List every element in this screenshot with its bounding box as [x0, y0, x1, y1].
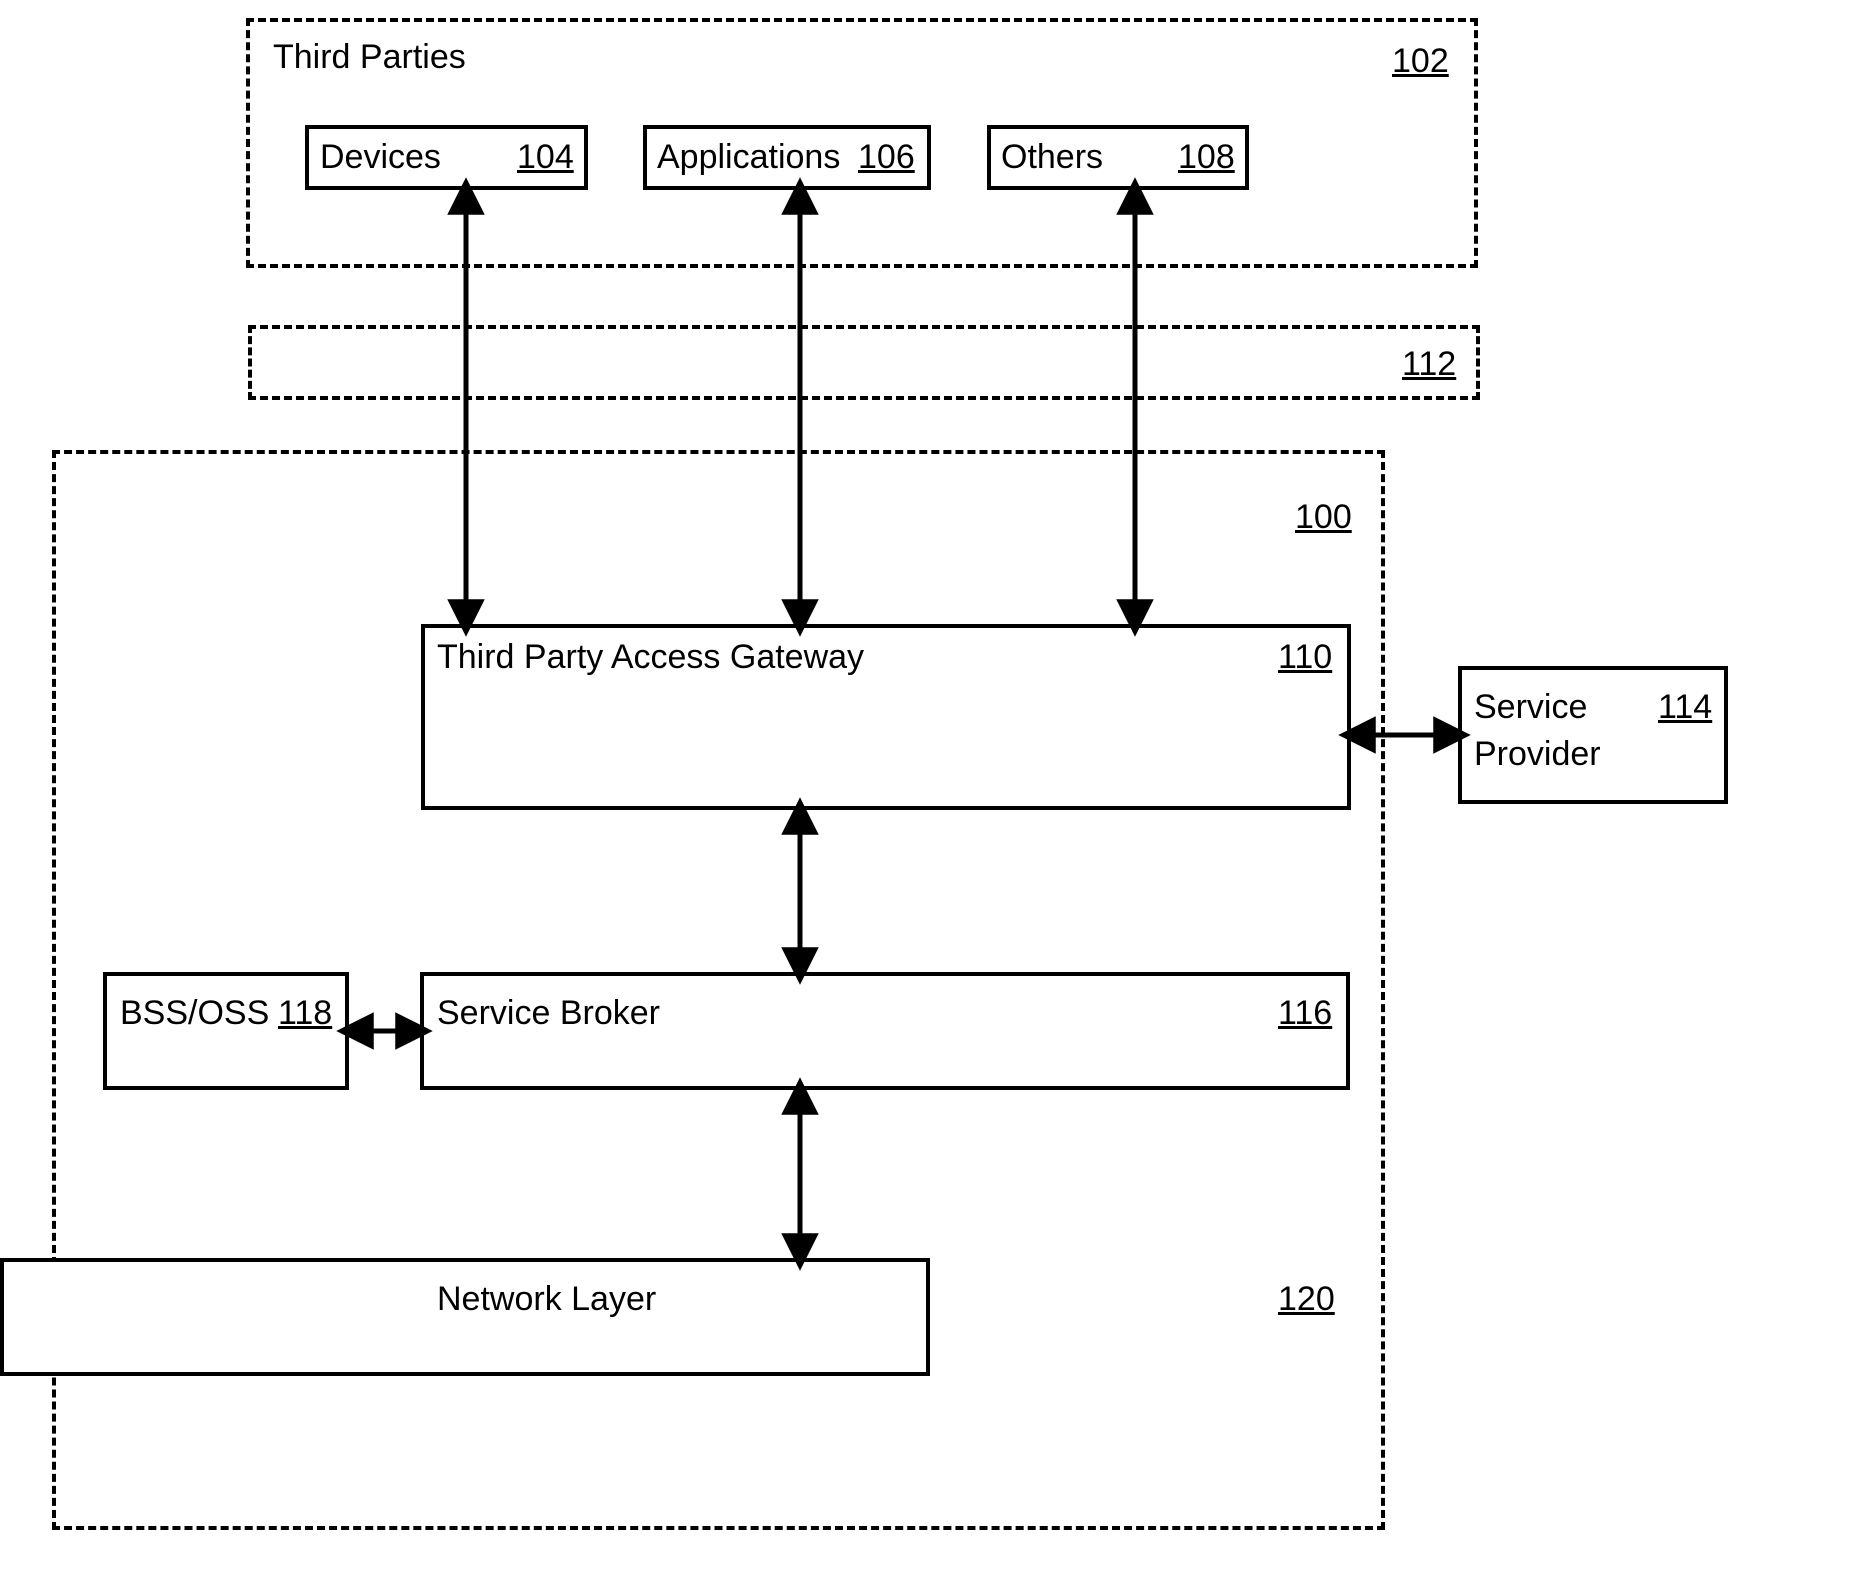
interface-bar-ref: 112 — [1402, 345, 1456, 384]
broker-ref: 116 — [1278, 994, 1332, 1033]
service-provider-label2: Provider — [1474, 735, 1601, 774]
bssoss-label: BSS/OSS — [120, 994, 269, 1033]
interface-bar — [248, 325, 1480, 400]
network-ref: 120 — [1278, 1280, 1335, 1319]
broker-label: Service Broker — [437, 994, 660, 1033]
applications-ref: 106 — [858, 138, 915, 177]
third-parties-title: Third Parties — [273, 38, 466, 77]
devices-ref: 104 — [517, 138, 574, 177]
network-label: Network Layer — [437, 1280, 656, 1319]
others-ref: 108 — [1178, 138, 1235, 177]
gateway-ref: 110 — [1278, 638, 1332, 677]
devices-label: Devices — [320, 138, 441, 177]
gateway-label: Third Party Access Gateway — [437, 638, 864, 677]
service-provider-ref: 114 — [1658, 688, 1712, 727]
others-label: Others — [1001, 138, 1103, 177]
system-ref: 100 — [1295, 498, 1352, 537]
applications-label: Applications — [657, 138, 840, 177]
bssoss-ref: 118 — [278, 994, 332, 1033]
service-provider-label1: Service — [1474, 688, 1587, 727]
third-parties-ref: 102 — [1392, 42, 1449, 81]
